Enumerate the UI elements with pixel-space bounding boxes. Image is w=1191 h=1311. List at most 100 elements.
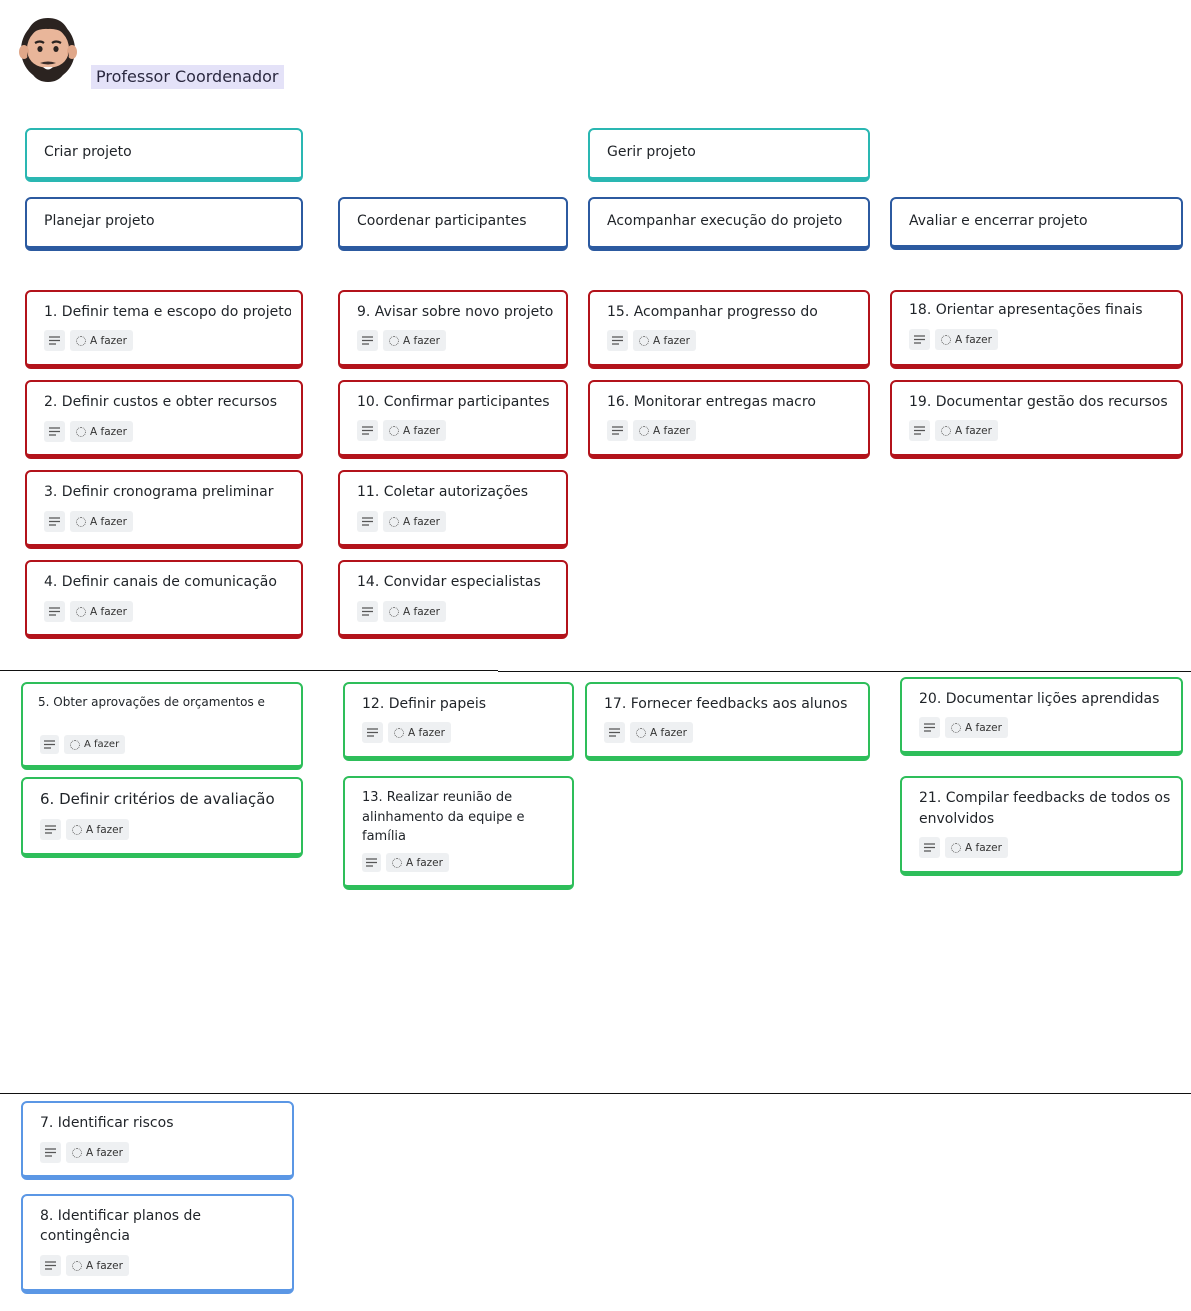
task-card[interactable]: 21. Compilar feedbacks de todos os envol… <box>900 776 1183 876</box>
task-card[interactable]: 18. Orientar apresentações finais A faze… <box>890 290 1183 369</box>
status-label: A fazer <box>84 739 120 750</box>
status-dotted-circle-icon <box>392 857 402 868</box>
description-icon[interactable] <box>44 511 65 532</box>
task-title: 5. Obter aprovações de orçamentos e <box>38 695 265 709</box>
task-card[interactable]: 14. Convidar especialistas A fazer <box>338 560 568 639</box>
description-icon[interactable] <box>362 853 381 872</box>
description-icon[interactable] <box>919 717 940 738</box>
status-dotted-circle-icon <box>72 824 82 835</box>
status-badge[interactable]: A fazer <box>630 722 693 743</box>
task-meta: A fazer <box>357 420 446 441</box>
task-meta: A fazer <box>909 420 998 441</box>
task-title: 2. Definir custos e obter recursos <box>44 394 278 410</box>
status-badge[interactable]: A fazer <box>633 420 696 441</box>
status-dotted-circle-icon <box>394 727 404 738</box>
task-card[interactable]: 9. Avisar sobre novo projeto A fazer <box>338 290 568 369</box>
task-title: 20. Documentar lições aprendidas <box>919 691 1160 707</box>
status-badge[interactable]: A fazer <box>70 421 133 442</box>
task-card[interactable]: 13. Realizar reunião de alinhamento da e… <box>343 776 574 890</box>
task-card[interactable]: 10. Confirmar participantes A fazer <box>338 380 568 459</box>
status-badge[interactable]: A fazer <box>633 330 696 351</box>
status-badge[interactable]: A fazer <box>935 329 998 350</box>
task-card[interactable]: 1. Definir tema e escopo do projeto A fa… <box>25 290 303 369</box>
description-icon[interactable] <box>919 837 940 858</box>
activity-card[interactable]: Gerir projeto <box>588 128 870 182</box>
activity-title: Criar projeto <box>44 144 132 160</box>
task-card[interactable]: 12. Definir papeis A fazer <box>343 682 574 761</box>
release-divider <box>0 1093 1191 1094</box>
status-badge[interactable]: A fazer <box>66 819 129 840</box>
status-dotted-circle-icon <box>636 727 646 738</box>
task-card[interactable]: 8. Identificar planos de contingência A … <box>21 1194 294 1294</box>
task-card[interactable]: 7. Identificar riscos A fazer <box>21 1101 294 1180</box>
status-badge[interactable]: A fazer <box>386 853 449 872</box>
description-icon[interactable] <box>44 601 65 622</box>
status-badge[interactable]: A fazer <box>383 601 446 622</box>
step-card[interactable]: Avaliar e encerrar projeto <box>890 197 1183 250</box>
description-icon[interactable] <box>40 1142 61 1163</box>
status-label: A fazer <box>403 334 440 347</box>
description-icon[interactable] <box>44 421 65 442</box>
activity-card[interactable]: Criar projeto <box>25 128 303 182</box>
description-icon[interactable] <box>357 511 378 532</box>
task-card[interactable]: 5. Obter aprovações de orçamentos e A fa… <box>21 682 303 770</box>
status-dotted-circle-icon <box>639 425 649 436</box>
release-divider <box>498 671 1191 672</box>
status-label: A fazer <box>403 515 440 528</box>
step-card[interactable]: Acompanhar execução do projeto <box>588 197 870 251</box>
status-badge[interactable]: A fazer <box>383 511 446 532</box>
description-icon[interactable] <box>40 1255 61 1276</box>
task-card[interactable]: 2. Definir custos e obter recursos A faz… <box>25 380 303 459</box>
description-icon[interactable] <box>40 819 61 840</box>
description-icon[interactable] <box>604 722 625 743</box>
description-icon[interactable] <box>357 420 378 441</box>
description-icon[interactable] <box>40 735 59 754</box>
status-badge[interactable]: A fazer <box>70 330 133 351</box>
task-card[interactable]: 6. Definir critérios de avaliação A faze… <box>21 777 303 858</box>
description-icon[interactable] <box>607 330 628 351</box>
task-title: 16. Monitorar entregas macro <box>607 394 816 410</box>
activity-title: Gerir projeto <box>607 144 696 160</box>
status-badge[interactable]: A fazer <box>383 330 446 351</box>
status-dotted-circle-icon <box>76 426 86 437</box>
description-icon[interactable] <box>909 420 930 441</box>
task-card[interactable]: 20. Documentar lições aprendidas A fazer <box>900 677 1183 756</box>
status-badge[interactable]: A fazer <box>70 511 133 532</box>
status-badge[interactable]: A fazer <box>945 837 1008 858</box>
task-card[interactable]: 11. Coletar autorizações A fazer <box>338 470 568 549</box>
task-card[interactable]: 17. Fornecer feedbacks aos alunos A faze… <box>585 682 870 761</box>
description-icon[interactable] <box>357 330 378 351</box>
description-icon[interactable] <box>357 601 378 622</box>
task-card[interactable]: 19. Documentar gestão dos recursos A faz… <box>890 380 1183 459</box>
status-badge[interactable]: A fazer <box>383 420 446 441</box>
status-dotted-circle-icon <box>389 425 399 436</box>
step-card[interactable]: Planejar projeto <box>25 197 303 251</box>
status-badge[interactable]: A fazer <box>66 1255 129 1276</box>
status-label: A fazer <box>86 823 123 836</box>
task-title: 17. Fornecer feedbacks aos alunos <box>604 696 848 712</box>
task-card[interactable]: 3. Definir cronograma preliminar A fazer <box>25 470 303 549</box>
description-icon[interactable] <box>909 329 930 350</box>
task-title: 7. Identificar riscos <box>40 1115 174 1131</box>
task-card[interactable]: 15. Acompanhar progresso do A fazer <box>588 290 870 369</box>
step-card[interactable]: Coordenar participantes <box>338 197 568 251</box>
task-title: 19. Documentar gestão dos recursos <box>909 394 1168 410</box>
status-badge[interactable]: A fazer <box>70 601 133 622</box>
status-badge[interactable]: A fazer <box>64 735 126 754</box>
task-card[interactable]: 16. Monitorar entregas macro A fazer <box>588 380 870 459</box>
task-title: 15. Acompanhar progresso do <box>607 304 818 320</box>
description-icon[interactable] <box>44 330 65 351</box>
description-icon[interactable] <box>362 722 383 743</box>
status-badge[interactable]: A fazer <box>66 1142 129 1163</box>
status-label: A fazer <box>90 425 127 438</box>
task-card[interactable]: 4. Definir canais de comunicação A fazer <box>25 560 303 639</box>
task-title: 9. Avisar sobre novo projeto <box>357 304 554 320</box>
task-meta: A fazer <box>362 853 449 874</box>
task-title: 11. Coletar autorizações <box>357 484 529 500</box>
step-title: Planejar projeto <box>44 213 155 229</box>
status-badge[interactable]: A fazer <box>388 722 451 743</box>
status-badge[interactable]: A fazer <box>935 420 998 441</box>
description-icon[interactable] <box>607 420 628 441</box>
status-dotted-circle-icon <box>72 1260 82 1271</box>
status-badge[interactable]: A fazer <box>945 717 1008 738</box>
